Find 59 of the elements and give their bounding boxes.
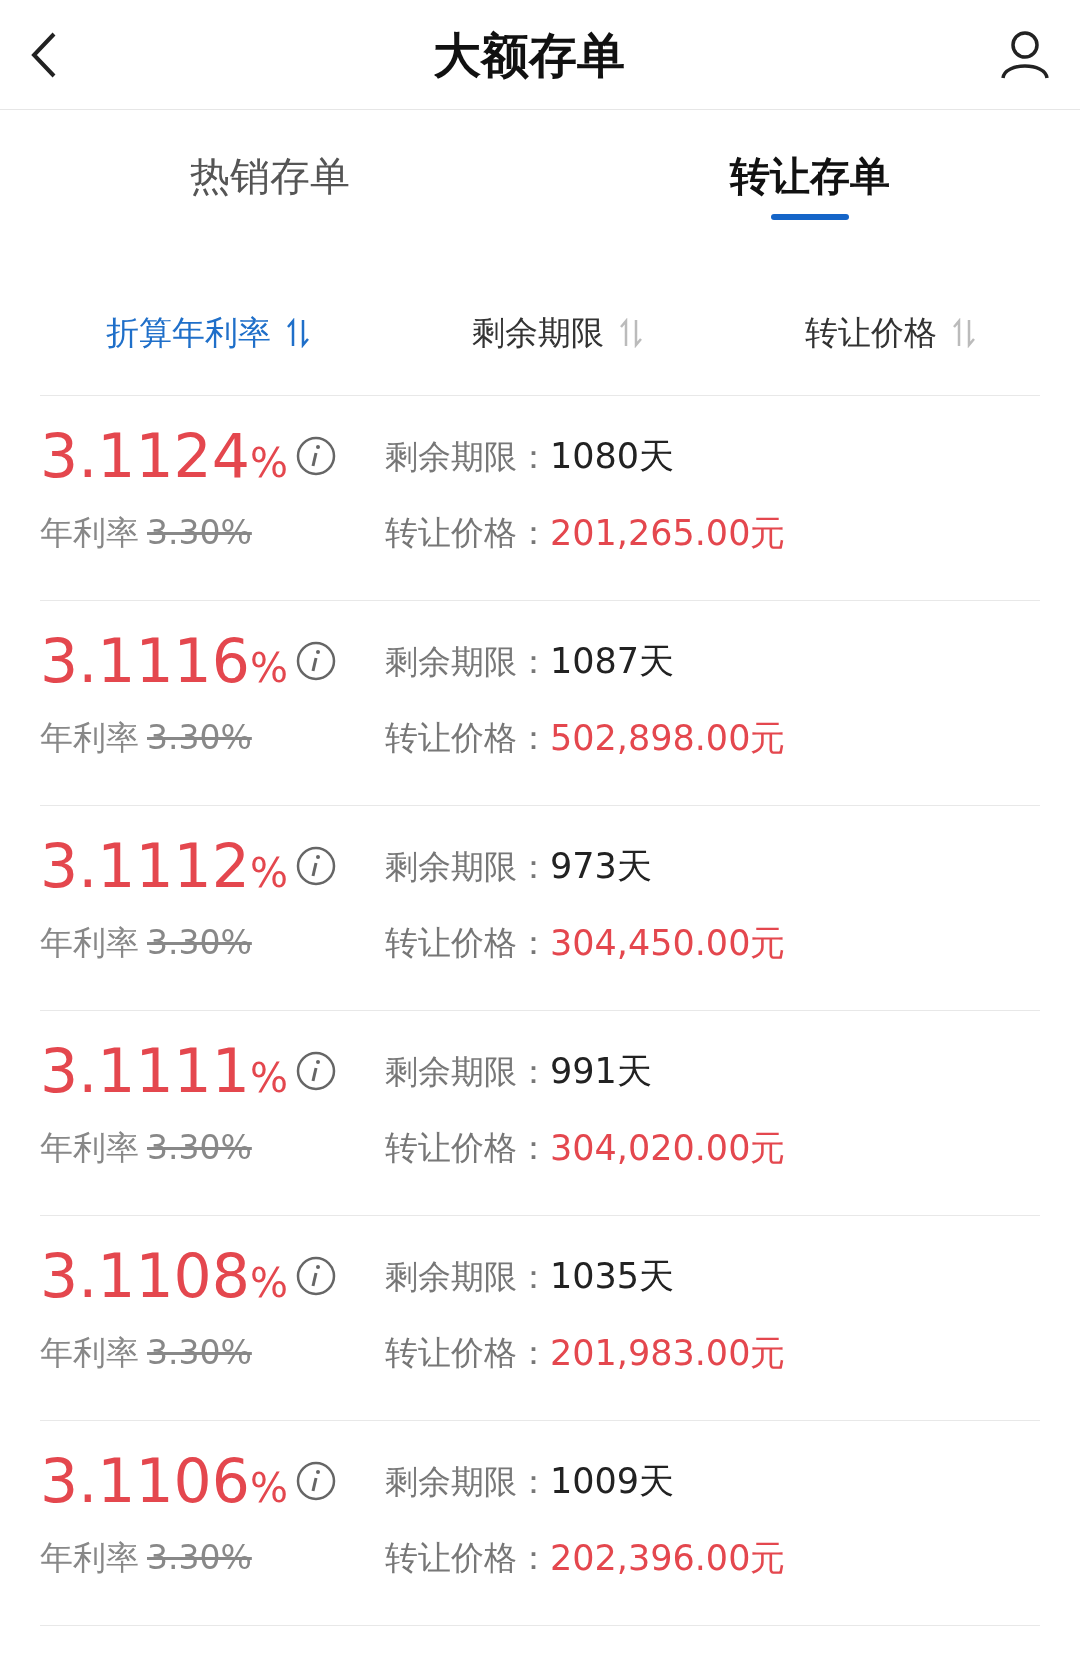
info-icon[interactable]	[295, 846, 336, 886]
original-rate: 3.30%	[147, 1127, 252, 1169]
user-icon[interactable]	[1000, 29, 1050, 80]
term-value: 1009天	[550, 1460, 675, 1503]
sort-option[interactable]: 转让价格	[804, 270, 975, 395]
term-label: 剩余期限：	[385, 1050, 550, 1093]
info-icon[interactable]	[295, 1256, 336, 1296]
sort-icon	[286, 317, 309, 348]
info-icon[interactable]	[295, 641, 336, 681]
price-value: 202,396.00元	[550, 1536, 786, 1580]
original-rate-label: 年利率	[40, 1127, 139, 1169]
interest-rate: 3.1108%	[40, 1246, 288, 1306]
interest-rate: 3.1106%	[40, 1451, 288, 1511]
term-value: 973天	[550, 845, 652, 888]
price-label: 转让价格：	[385, 512, 550, 554]
term-value: 1035天	[550, 1255, 675, 1298]
sort-icon	[952, 317, 975, 348]
term-value: 1080天	[550, 435, 675, 478]
price-label: 转让价格：	[385, 717, 550, 759]
price-value: 502,898.00元	[550, 716, 786, 760]
price-value: 201,983.00元	[550, 1331, 786, 1375]
original-rate: 3.30%	[147, 1537, 252, 1579]
original-rate: 3.30%	[147, 717, 252, 759]
term-value: 1087天	[550, 640, 675, 683]
page-title: 大额存单	[433, 25, 625, 85]
term-label: 剩余期限：	[385, 1255, 550, 1298]
price-value: 304,020.00元	[550, 1126, 786, 1170]
price-label: 转让价格：	[385, 922, 550, 964]
sort-option[interactable]: 剩余期限	[471, 270, 642, 395]
price-value: 201,265.00元	[550, 511, 786, 555]
sort-option[interactable]: 折算年利率	[105, 270, 309, 395]
original-rate-label: 年利率	[40, 512, 139, 554]
original-rate-label: 年利率	[40, 922, 139, 964]
term-value: 991天	[550, 1050, 652, 1093]
price-label: 转让价格：	[385, 1537, 550, 1579]
interest-rate: 3.1112%	[40, 836, 288, 896]
original-rate-label: 年利率	[40, 717, 139, 759]
interest-rate: 3.1111%	[40, 1041, 288, 1101]
info-icon[interactable]	[295, 436, 336, 476]
term-label: 剩余期限：	[385, 845, 550, 888]
price-label: 转让价格：	[385, 1332, 550, 1374]
original-rate: 3.30%	[147, 1332, 252, 1374]
back-icon[interactable]	[30, 30, 58, 79]
original-rate: 3.30%	[147, 512, 252, 554]
price-value: 304,450.00元	[550, 921, 786, 965]
term-label: 剩余期限：	[385, 1460, 550, 1503]
original-rate-label: 年利率	[40, 1332, 139, 1374]
term-label: 剩余期限：	[385, 435, 550, 478]
original-rate: 3.30%	[147, 922, 252, 964]
info-icon[interactable]	[295, 1051, 336, 1091]
interest-rate: 3.1116%	[40, 631, 288, 691]
price-label: 转让价格：	[385, 1127, 550, 1169]
info-icon[interactable]	[295, 1461, 336, 1501]
tab[interactable]: 转让存单	[730, 130, 890, 220]
original-rate-label: 年利率	[40, 1537, 139, 1579]
sort-icon	[619, 317, 642, 348]
term-label: 剩余期限：	[385, 640, 550, 683]
interest-rate: 3.1124%	[40, 426, 288, 486]
tab[interactable]: 热销存单	[190, 130, 350, 220]
